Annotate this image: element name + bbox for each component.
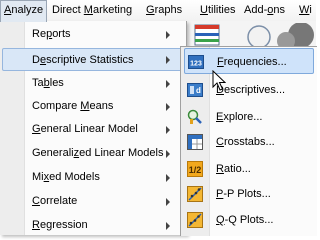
- menu-item-label: General Linear Model: [32, 123, 138, 135]
- menu-window[interactable]: Wi: [296, 0, 315, 21]
- submenu-arrow-icon: [166, 103, 170, 111]
- menu-item-label: Compare Means: [32, 100, 114, 112]
- menu-utilities[interactable]: Utilities: [197, 0, 238, 21]
- menu-item-label: Reports: [32, 28, 71, 40]
- submenu-item-label: Explore...: [216, 111, 263, 123]
- submenu-item-label: Crosstabs...: [216, 136, 275, 148]
- svg-text:123: 123: [190, 61, 202, 68]
- menu-item-reports[interactable]: Reports: [2, 23, 182, 46]
- menu-item-regression[interactable]: Regression: [2, 214, 182, 237]
- menu-add-ons[interactable]: Add-ons: [241, 0, 288, 21]
- submenu-arrow-icon: [166, 126, 170, 134]
- menu-label-accel: M: [83, 4, 93, 16]
- toolbar-strip: [186, 21, 316, 49]
- menu-item-correlate[interactable]: Correlate: [2, 190, 182, 213]
- submenu-arrow-icon: [166, 174, 170, 182]
- menu-bar: Analyze Direct Marketing Graphs Utilitie…: [0, 0, 316, 22]
- descriptives-icon: d: [187, 83, 203, 97]
- submenu-arrow-icon: [166, 198, 170, 206]
- menu-item-label: Descriptive Statistics: [32, 54, 134, 66]
- menu-item-general-linear-model[interactable]: General Linear Model: [2, 118, 182, 141]
- explore-icon: [187, 109, 202, 124]
- menu-item-label: Regression: [32, 219, 88, 231]
- menu-label: nalyze: [11, 4, 44, 16]
- submenu-arrow-icon: [166, 222, 170, 230]
- menu-label: tilities: [207, 4, 236, 16]
- menu-graphs[interactable]: Graphs: [143, 0, 185, 21]
- submenu-item-label: P-P Plots...: [216, 188, 271, 200]
- menu-label-accel: U: [200, 4, 208, 16]
- submenu-item-descriptives[interactable]: d Descriptives...: [184, 77, 314, 103]
- qq-plots-icon: [187, 212, 203, 228]
- submenu-item-ratio[interactable]: 1/2 Ratio...: [184, 156, 314, 182]
- crosstabs-icon: [187, 134, 203, 150]
- menu-item-label: Mixed Models: [32, 171, 100, 183]
- table-grid-icon[interactable]: [194, 23, 220, 47]
- menu-label: Add-: [244, 4, 268, 16]
- submenu-item-label: Ratio...: [216, 163, 251, 175]
- menu-item-label: Tables: [32, 77, 64, 89]
- menu-analyze[interactable]: Analyze: [0, 0, 48, 22]
- submenu-arrow-icon: [166, 150, 170, 158]
- submenu-arrow-icon: [166, 56, 170, 64]
- svg-text:1/2: 1/2: [189, 165, 202, 175]
- menu-item-descriptive-statistics[interactable]: Descriptive Statistics: [2, 48, 182, 71]
- submenu-arrow-icon: [166, 80, 170, 88]
- menu-label-accel: W: [299, 4, 310, 16]
- submenu-item-label: Descriptives...: [216, 84, 286, 96]
- menu-item-label: Generalized Linear Models: [32, 147, 164, 159]
- submenu-item-label: Frequencies...: [217, 56, 287, 68]
- menu-item-generalized-linear-models[interactable]: Generalized Linear Models: [2, 142, 182, 165]
- submenu-arrow-icon: [166, 31, 170, 39]
- menu-item-label: Correlate: [32, 195, 78, 207]
- pp-plots-icon: [187, 186, 203, 202]
- submenu-item-pp-plots[interactable]: P-P Plots...: [184, 181, 314, 207]
- menu-label: ns: [273, 4, 285, 16]
- menu-item-tables[interactable]: Tables: [2, 72, 182, 95]
- submenu-item-frequencies[interactable]: 123 Frequencies...: [184, 48, 314, 74]
- descriptive-statistics-submenu: 123 Frequencies... d Descriptives... Exp…: [180, 46, 317, 236]
- menu-label: Direct: [52, 4, 84, 16]
- ratio-icon: 1/2: [187, 161, 203, 177]
- menu-label: raphs: [154, 4, 183, 16]
- frequencies-icon: 123: [188, 55, 204, 69]
- mouse-cursor-icon: [212, 70, 226, 91]
- menu-label: i: [309, 4, 312, 16]
- menu-direct-marketing[interactable]: Direct Marketing: [49, 0, 135, 21]
- svg-text:d: d: [196, 86, 201, 95]
- submenu-item-explore[interactable]: Explore...: [184, 104, 314, 130]
- menu-label-accel: G: [146, 4, 155, 16]
- submenu-item-label: Q-Q Plots...: [216, 214, 274, 226]
- submenu-item-qq-plots[interactable]: Q-Q Plots...: [184, 207, 314, 233]
- menu-label: arketing: [92, 4, 133, 16]
- submenu-item-crosstabs[interactable]: Crosstabs...: [184, 129, 314, 155]
- menu-item-compare-means[interactable]: Compare Means: [2, 95, 182, 118]
- analyze-menu: Reports Descriptive Statistics Tables Co…: [0, 21, 187, 235]
- menu-item-mixed-models[interactable]: Mixed Models: [2, 166, 182, 189]
